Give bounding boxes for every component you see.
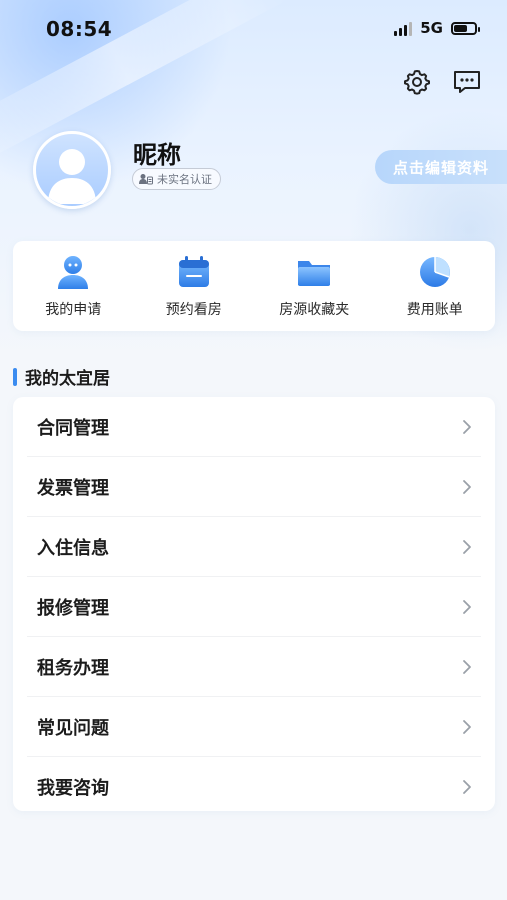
- quick-action-label: 预约看房: [165, 302, 222, 318]
- chevron-right-icon: [457, 537, 477, 557]
- quick-action-label: 房源收藏夹: [279, 302, 350, 318]
- chevron-right-icon: [457, 717, 477, 737]
- chevron-right-icon: [457, 597, 477, 617]
- quick-action-my-application[interactable]: 我的申请: [18, 253, 128, 319]
- id-card-icon: [139, 174, 153, 185]
- menu-item-label: 合同管理: [37, 417, 109, 439]
- battery-icon: [451, 21, 480, 35]
- menu-list: 合同管理 发票管理 入住信息 报修管理 租务办理 常见问题 我要咨询: [13, 397, 495, 811]
- menu-item-label: 发票管理: [37, 477, 109, 499]
- menu-item-label: 租务办理: [37, 657, 109, 679]
- quick-action-favorites[interactable]: 房源收藏夹: [259, 253, 369, 319]
- chevron-right-icon: [457, 417, 477, 437]
- settings-button[interactable]: [401, 66, 433, 98]
- status-indicators: 5G: [394, 19, 480, 37]
- calendar-icon: [175, 253, 213, 291]
- menu-item-rental-services[interactable]: 租务办理: [27, 637, 481, 697]
- message-icon: [454, 71, 480, 93]
- menu-item-faq[interactable]: 常见问题: [27, 697, 481, 757]
- section-accent-bar: [13, 367, 17, 386]
- verify-status-badge[interactable]: 未实名认证: [132, 168, 221, 190]
- menu-item-consultation[interactable]: 我要咨询: [27, 757, 481, 816]
- message-button[interactable]: [451, 66, 483, 98]
- avatar[interactable]: [33, 131, 111, 209]
- section-header: 我的太宜居: [13, 364, 110, 389]
- chevron-right-icon: [457, 477, 477, 497]
- folder-icon: [295, 253, 333, 291]
- profile-section: 昵称 未实名认证 点击编辑资料: [0, 125, 507, 225]
- network-label: 5G: [420, 19, 443, 37]
- quick-action-billing[interactable]: 费用账单: [380, 253, 490, 319]
- chevron-right-icon: [457, 777, 477, 797]
- section-title: 我的太宜居: [25, 369, 110, 389]
- chevron-right-icon: [457, 657, 477, 677]
- quick-action-label: 费用账单: [406, 302, 463, 318]
- nickname: 昵称: [133, 141, 181, 169]
- menu-item-label: 报修管理: [37, 597, 109, 619]
- menu-item-contract-management[interactable]: 合同管理: [27, 397, 481, 457]
- user-avatar-icon: [48, 149, 96, 204]
- menu-item-check-in-info[interactable]: 入住信息: [27, 517, 481, 577]
- menu-item-invoice-management[interactable]: 发票管理: [27, 457, 481, 517]
- header-actions: [401, 66, 483, 98]
- edit-profile-button[interactable]: 点击编辑资料: [375, 150, 507, 184]
- menu-item-label: 常见问题: [37, 717, 109, 739]
- menu-item-repair-management[interactable]: 报修管理: [27, 577, 481, 637]
- status-time: 08:54: [46, 17, 113, 41]
- status-bar: 08:54 5G: [0, 0, 507, 60]
- quick-action-book-viewing[interactable]: 预约看房: [139, 253, 249, 319]
- verify-status-label: 未实名认证: [157, 173, 212, 186]
- battery-level: [454, 24, 467, 32]
- menu-item-label: 入住信息: [37, 537, 109, 559]
- quick-action-label: 我的申请: [45, 302, 102, 318]
- quick-actions-card: 我的申请 预约看房 房源收藏夹 费用账单: [13, 241, 495, 331]
- signal-icon: [394, 21, 413, 36]
- application-icon: [54, 253, 92, 291]
- pie-chart-icon: [416, 253, 454, 291]
- menu-item-label: 我要咨询: [37, 777, 109, 799]
- gear-icon: [404, 70, 430, 95]
